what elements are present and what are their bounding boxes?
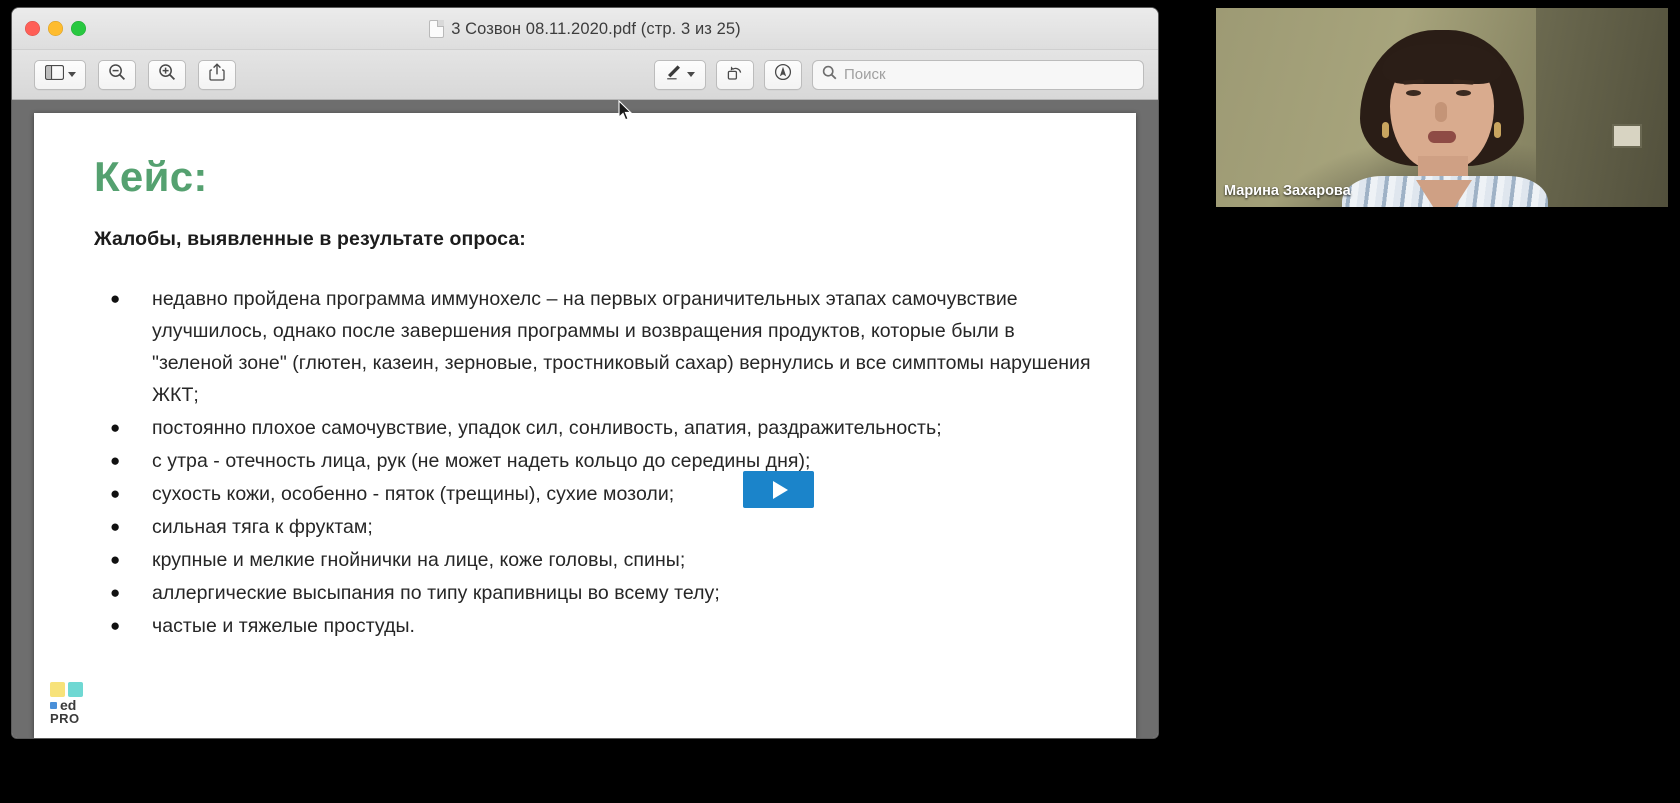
list-item-text: недавно пройдена программа иммунохелс – … <box>152 283 1097 411</box>
logo-text-pro: PRO <box>50 711 107 726</box>
annotate-button[interactable] <box>764 60 802 90</box>
list-item: ● аллергические высыпания по типу крапив… <box>96 577 1116 609</box>
logo-squares-row <box>50 682 107 697</box>
bullet-marker: ● <box>96 511 152 543</box>
share-button[interactable] <box>198 60 236 90</box>
bullet-marker: ● <box>96 544 152 576</box>
window-title-group: 3 Созвон 08.11.2020.pdf (стр. 3 из 25) <box>12 8 1158 50</box>
logo-text-ed: ed <box>60 699 76 711</box>
participant-name-label: Марина Захарова <box>1224 183 1351 199</box>
bullet-marker: ● <box>96 478 152 510</box>
bullet-list: ● недавно пройдена программа иммунохелс … <box>96 283 1116 643</box>
list-item: ● с утра - отечность лица, рук (не может… <box>96 445 1116 477</box>
logo-text-row: ed <box>50 699 107 711</box>
webcam-wall-shadow <box>1536 8 1668 207</box>
toolbar-left-group <box>34 60 236 90</box>
share-icon <box>209 63 225 86</box>
chevron-down-icon <box>687 72 695 77</box>
wall-frame-decoration <box>1614 126 1640 146</box>
play-button[interactable] <box>743 471 814 508</box>
signature-icon <box>774 63 792 86</box>
logo-square-cyan <box>68 682 83 697</box>
bullet-marker: ● <box>96 283 152 411</box>
list-item: ● недавно пройдена программа иммунохелс … <box>96 283 1116 411</box>
search-placeholder: Поиск <box>844 66 886 83</box>
list-item-text: аллергические высыпания по типу крапивни… <box>152 577 720 609</box>
toolbar-right-group: Поиск <box>654 60 1144 90</box>
earring-left <box>1382 122 1389 138</box>
search-icon <box>822 65 837 85</box>
search-field[interactable]: Поиск <box>812 60 1144 90</box>
list-item: ● сухость кожи, особенно - пяток (трещин… <box>96 478 1116 510</box>
sidebar-toggle-button[interactable] <box>34 60 86 90</box>
list-item: ● сильная тяга к фруктам; <box>96 511 1116 543</box>
zoom-in-icon <box>158 63 176 86</box>
list-item: ● постоянно плохое самочувствие, упадок … <box>96 412 1116 444</box>
participant-figure <box>1334 30 1550 207</box>
list-item-text: сухость кожи, особенно - пяток (трещины)… <box>152 478 674 510</box>
bullet-marker: ● <box>96 412 152 444</box>
logo-square-blue <box>50 702 57 709</box>
preview-toolbar: Поиск <box>12 50 1158 100</box>
mouth <box>1428 131 1456 143</box>
eye-left <box>1406 90 1421 96</box>
zoom-in-button[interactable] <box>148 60 186 90</box>
pdf-page: Кейс: Жалобы, выявленные в результате оп… <box>34 113 1136 738</box>
preview-window: 3 Созвон 08.11.2020.pdf (стр. 3 из 25) <box>12 8 1158 738</box>
bullet-marker: ● <box>96 577 152 609</box>
earring-right <box>1494 122 1501 138</box>
list-item-text: постоянно плохое самочувствие, упадок си… <box>152 412 942 444</box>
play-triangle-icon <box>773 481 788 499</box>
screen-root: 3 Созвон 08.11.2020.pdf (стр. 3 из 25) <box>0 0 1680 803</box>
nose <box>1435 102 1447 122</box>
window-title: 3 Созвон 08.11.2020.pdf (стр. 3 из 25) <box>451 20 741 39</box>
bullet-marker: ● <box>96 445 152 477</box>
list-item: ● крупные и мелкие гнойнички на лице, ко… <box>96 544 1116 576</box>
logo-square-yellow <box>50 682 65 697</box>
zoom-out-icon <box>108 63 126 86</box>
bullet-marker: ● <box>96 610 152 642</box>
document-scroll-area[interactable]: Кейс: Жалобы, выявленные в результате оп… <box>12 100 1158 738</box>
chevron-down-icon <box>68 72 76 77</box>
rotate-button[interactable] <box>716 60 754 90</box>
sidebar-icon <box>45 65 64 85</box>
pdf-document-icon <box>429 20 444 38</box>
markup-button[interactable] <box>654 60 706 90</box>
window-titlebar[interactable]: 3 Созвон 08.11.2020.pdf (стр. 3 из 25) <box>12 8 1158 50</box>
list-item-text: с утра - отечность лица, рук (не может н… <box>152 445 811 477</box>
webcam-tile[interactable]: Марина Захарова <box>1216 8 1668 207</box>
rotate-icon <box>726 63 744 86</box>
list-item-text: сильная тяга к фруктам; <box>152 511 373 543</box>
eye-right <box>1456 90 1471 96</box>
slide-title: Кейс: <box>94 153 208 201</box>
zoom-out-button[interactable] <box>98 60 136 90</box>
list-item-text: крупные и мелкие гнойнички на лице, коже… <box>152 544 685 576</box>
slide-subtitle: Жалобы, выявленные в результате опроса: <box>94 228 526 251</box>
list-item-text: частые и тяжелые простуды. <box>152 610 415 642</box>
list-item: ● частые и тяжелые простуды. <box>96 610 1116 642</box>
edpro-logo: ed PRO <box>49 682 107 726</box>
hair-fringe <box>1382 44 1502 84</box>
mouse-cursor <box>618 100 632 122</box>
pen-icon <box>665 63 683 86</box>
